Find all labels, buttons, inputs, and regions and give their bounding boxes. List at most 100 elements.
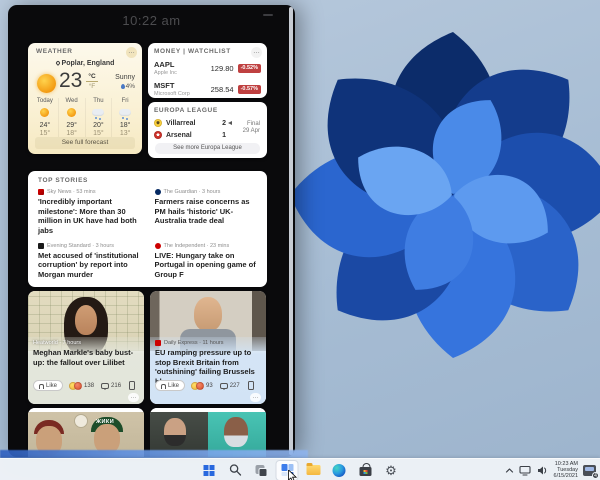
stock-change-badge: -0.57% <box>238 85 261 94</box>
article-photo-figure <box>194 297 222 331</box>
current-temperature: 23 <box>59 69 82 93</box>
widgets-button[interactable] <box>279 462 296 479</box>
reaction-emojis-icon[interactable] <box>191 382 204 390</box>
match-meta: Final 29 Apr <box>243 121 260 134</box>
reaction-emojis-icon[interactable] <box>69 382 82 390</box>
sky-news-logo-icon <box>38 189 44 195</box>
notification-center-icon[interactable]: 4 <box>583 465 596 476</box>
weather-widget[interactable]: WEATHER … Poplar, England 23 °C °F Sunny… <box>28 43 142 154</box>
celsius-label[interactable]: °C <box>86 73 98 82</box>
like-button[interactable]: Like <box>33 380 63 391</box>
panel-drag-indicator <box>263 14 273 16</box>
gear-icon: ⚙ <box>385 464 397 477</box>
see-more-europa-league-button[interactable]: See more Europa League <box>155 143 260 154</box>
wallpaper-bloom <box>288 0 600 456</box>
widgets-panel: 10:22 am WEATHER … Poplar, England 23 °C… <box>8 5 295 457</box>
panel-scrollbar[interactable] <box>289 7 293 455</box>
article-headline: Meghan Markle's baby bust-up: the fallou… <box>33 348 139 367</box>
forecast-day[interactable]: Fri 18° 13° <box>111 98 138 137</box>
story-headline: 'Incredibly important milestone': More t… <box>38 197 141 235</box>
story-item[interactable]: The Guardian · 3 hours Farmers raise con… <box>155 189 258 237</box>
panel-clock: 10:22 am <box>8 13 295 28</box>
store-bag-icon <box>359 467 371 476</box>
news-card-brexit[interactable]: Daily Express · 11 hours EU ramping pres… <box>150 291 266 404</box>
task-view-button[interactable] <box>253 462 270 479</box>
weather-location: Poplar, England <box>28 60 142 67</box>
thumbs-up-icon <box>161 384 166 389</box>
network-icon[interactable] <box>519 465 532 476</box>
location-pin-icon <box>55 60 61 66</box>
team-score: 1 <box>222 132 226 139</box>
sunny-icon <box>37 74 56 93</box>
team-name: Villarreal <box>166 120 222 127</box>
settings-button[interactable]: ⚙ <box>383 462 400 479</box>
save-for-later-icon[interactable] <box>129 381 135 390</box>
forecast-day[interactable]: Wed 29° 18° <box>58 98 85 137</box>
article-more-button[interactable]: … <box>128 393 139 402</box>
stock-change-badge: -0.52% <box>238 64 261 73</box>
stock-row[interactable]: MSFT Microsoft Corp 258.54 -0.57% <box>154 81 261 97</box>
see-full-forecast-button[interactable]: See full forecast <box>35 137 135 149</box>
stock-company: Apple Inc <box>154 70 211 76</box>
tray-clock[interactable]: 10:23 AM Tuesday 6/15/2021 <box>554 461 578 479</box>
article-source: Heatworld · 7 hours <box>33 340 139 346</box>
like-button[interactable]: Like <box>155 380 185 391</box>
save-for-later-icon[interactable] <box>248 381 254 390</box>
sports-title: EUROPA LEAGUE <box>154 107 261 114</box>
fahrenheit-label[interactable]: °F <box>86 83 98 90</box>
sunny-icon <box>67 108 76 117</box>
story-item[interactable]: The Independent · 23 mins LIVE: Hungary … <box>155 243 258 281</box>
search-icon <box>228 463 242 477</box>
match-date: 29 Apr <box>243 128 260 134</box>
edge-icon <box>333 464 346 477</box>
tray-chevron-icon[interactable] <box>505 467 514 474</box>
guardian-logo-icon <box>155 189 161 195</box>
forecast-day[interactable]: Thu 20° 15° <box>85 98 112 137</box>
forecast-day[interactable]: Today 24° 15° <box>32 98 58 137</box>
story-headline: Farmers raise concerns as PM hails 'hist… <box>155 197 258 226</box>
news-card-meghan[interactable]: Heatworld · 7 hours Meghan Markle's baby… <box>28 291 144 404</box>
money-title: MONEY | WATCHLIST <box>154 48 261 55</box>
match-team-row: Arsenal 1 <box>154 129 232 141</box>
article-source: Daily Express · 11 hours <box>155 340 261 346</box>
precip-drop-icon <box>121 84 125 89</box>
stock-price: 129.80 <box>211 64 234 73</box>
money-more-button[interactable]: … <box>251 47 262 58</box>
search-button[interactable] <box>227 462 244 479</box>
showers-icon <box>119 109 131 116</box>
europa-league-widget[interactable]: EUROPA LEAGUE Villarreal 2 Arsenal 1 Fin… <box>148 102 267 158</box>
sunny-icon <box>40 108 49 117</box>
story-item[interactable]: Sky News · 53 mins 'Incredibly important… <box>38 189 141 237</box>
team-score: 2 <box>222 120 226 127</box>
stock-row[interactable]: AAPL Apple Inc 129.80 -0.52% <box>154 60 261 76</box>
weather-more-button[interactable]: … <box>126 47 137 58</box>
forecast-grid: Today 24° 15° Wed 29° 18° Thu 20° 15° <box>32 98 138 137</box>
unit-toggle[interactable]: °C °F <box>86 73 98 90</box>
comments-icon[interactable] <box>220 383 228 389</box>
edge-button[interactable] <box>331 462 348 479</box>
article-more-button[interactable]: … <box>250 393 261 402</box>
story-headline: LIVE: Hungary take on Portugal in openin… <box>155 251 258 280</box>
desktop: 10:22 am WEATHER … Poplar, England 23 °C… <box>0 0 600 480</box>
sun-showers-icon <box>92 109 104 116</box>
top-stories-title: TOP STORIES <box>38 177 257 184</box>
start-button[interactable] <box>201 462 218 479</box>
team-name: Arsenal <box>166 132 222 139</box>
reaction-count: 93 <box>206 383 213 389</box>
cap-text: ЖИКИ <box>96 419 114 425</box>
file-explorer-button[interactable] <box>305 462 322 479</box>
notification-badge: 4 <box>592 472 599 479</box>
story-item[interactable]: Evening Standard · 3 hours Met accused o… <box>38 243 141 281</box>
stock-symbol: MSFT <box>154 81 211 90</box>
comments-icon[interactable] <box>101 383 109 389</box>
volume-icon[interactable] <box>537 465 549 476</box>
windows-logo-icon <box>204 465 215 476</box>
comment-count: 227 <box>230 383 240 389</box>
top-stories-widget[interactable]: TOP STORIES Sky News · 53 mins 'Incredib… <box>28 171 267 287</box>
arsenal-crest-icon <box>154 131 162 139</box>
stock-price: 258.54 <box>211 85 234 94</box>
stock-company: Microsoft Corp <box>154 91 211 97</box>
money-watchlist-widget[interactable]: MONEY | WATCHLIST … AAPL Apple Inc 129.8… <box>148 43 267 98</box>
villarreal-crest-icon <box>154 119 162 127</box>
store-button[interactable] <box>357 462 374 479</box>
